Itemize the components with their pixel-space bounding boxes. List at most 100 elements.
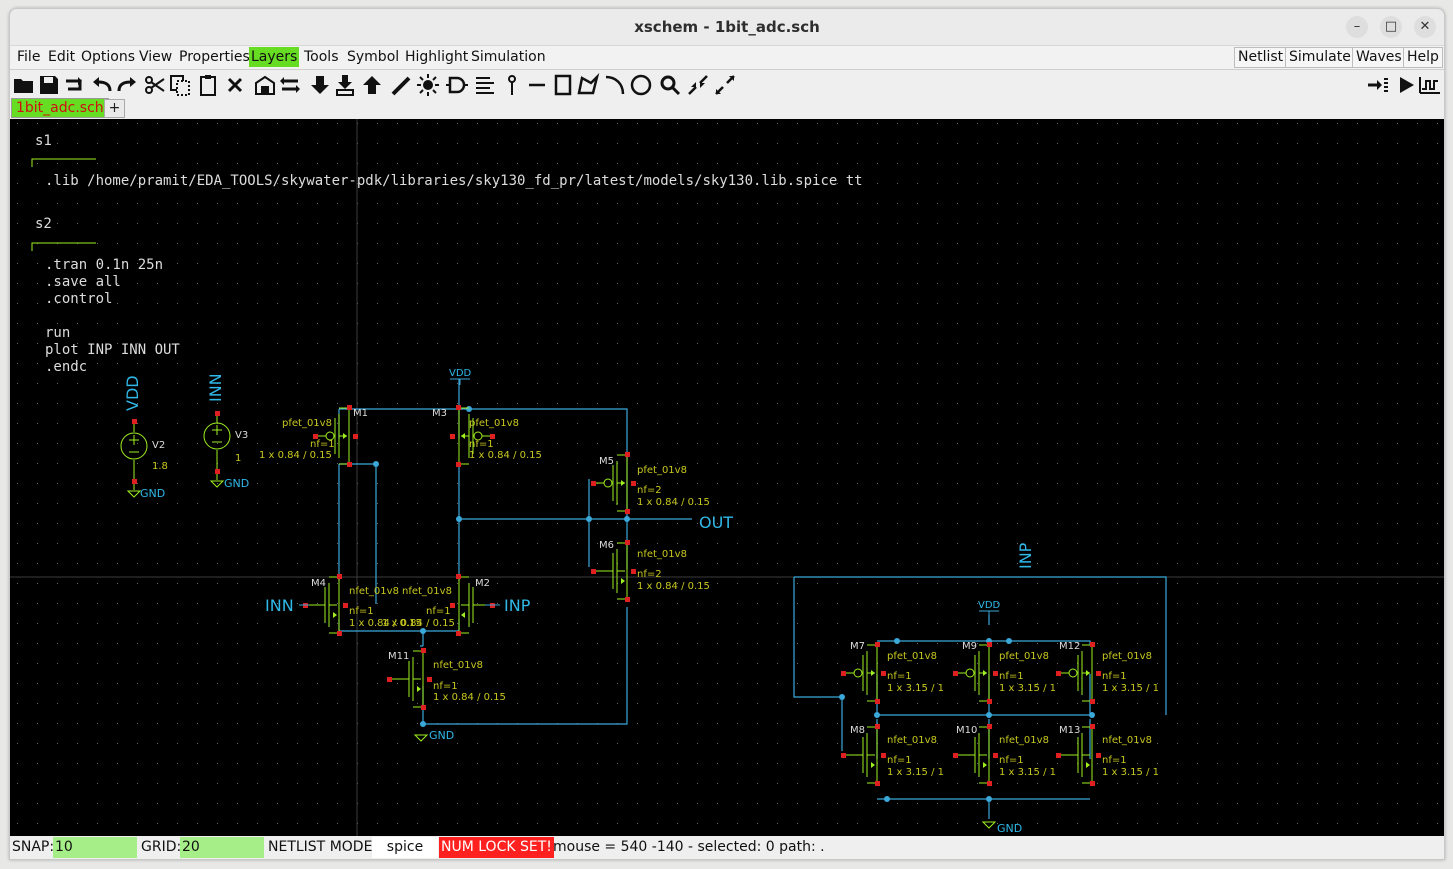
zoom-in-icon[interactable] <box>686 73 710 97</box>
play-icon[interactable] <box>1394 73 1418 97</box>
device-ref: M8 <box>850 725 865 736</box>
toolbar <box>10 71 1444 99</box>
snap-field[interactable]: 10 <box>53 837 137 858</box>
device-nf: nf=1 <box>349 606 374 617</box>
copy-icon[interactable] <box>168 73 192 97</box>
menu-file[interactable]: File <box>17 49 40 65</box>
reload-icon[interactable] <box>62 73 86 97</box>
add-tab-button[interactable]: + <box>104 99 125 118</box>
device-nf: nf=2 <box>637 485 662 496</box>
device-nf: nf=1 <box>887 671 912 682</box>
delete-icon[interactable] <box>223 73 247 97</box>
menu-symbol[interactable]: Symbol <box>347 49 399 65</box>
undo-icon[interactable] <box>90 73 114 97</box>
numlock-badge: NUM LOCK SET! <box>439 837 554 858</box>
title-bar: xschem - 1bit_adc.sch – □ ✕ <box>10 9 1444 46</box>
pin-icon[interactable] <box>500 73 524 97</box>
mouse-status: mouse = 540 -140 - selected: 0 path: . <box>553 839 825 855</box>
wire-icon[interactable] <box>390 73 414 97</box>
code-line: plot INP INN OUT <box>45 342 180 358</box>
snap-label: SNAP: <box>12 839 55 855</box>
source-ref: V3 <box>235 430 248 441</box>
netlist-mode-select[interactable]: spice <box>372 837 438 858</box>
status-bar: SNAP: 10 GRID: 20 NETLIST MODE: spice NU… <box>10 836 1444 859</box>
gnd-label: GND <box>140 487 165 500</box>
menu-simulation[interactable]: Simulation <box>471 49 546 65</box>
device-nf: nf=1 <box>1102 755 1127 766</box>
device-ref: M2 <box>475 578 490 589</box>
netlist-button[interactable]: Netlist <box>1234 47 1288 68</box>
polygon-icon[interactable] <box>576 72 600 97</box>
menu-options[interactable]: Options <box>81 49 135 65</box>
device-ref: M4 <box>311 578 326 589</box>
grid-label: GRID: <box>141 839 182 855</box>
insert-symbol-icon[interactable] <box>253 73 277 97</box>
code-line: .tran 0.1n 25n <box>45 257 163 273</box>
open-icon[interactable] <box>12 73 36 97</box>
descend-icon[interactable] <box>333 73 357 97</box>
netlist-mode-label: NETLIST MODE: <box>268 839 378 855</box>
device-size: 1 x 0.84 / 0.15 <box>382 618 455 629</box>
circle-icon[interactable] <box>629 73 653 97</box>
device-ref: M10 <box>956 725 977 736</box>
paste-icon[interactable] <box>196 73 220 97</box>
gate-icon[interactable] <box>445 73 469 97</box>
help-button[interactable]: Help <box>1403 47 1443 68</box>
vdd-label: VDD <box>978 600 1001 611</box>
code-block-s2-name: s2 <box>35 216 52 232</box>
menu-view[interactable]: View <box>139 49 172 65</box>
device-ref: M1 <box>353 408 368 419</box>
device-model: nfet_01v8 <box>349 586 399 597</box>
source-value: 1.8 <box>152 461 168 472</box>
push-icon[interactable] <box>308 73 332 97</box>
device-ref: M5 <box>599 456 614 467</box>
device-model: nfet_01v8 <box>1102 735 1152 746</box>
save-icon[interactable] <box>37 73 61 97</box>
inp-label: INP <box>1016 542 1035 569</box>
zoom-out-icon[interactable] <box>713 73 737 97</box>
schematic-canvas[interactable]: s1 .lib /home/pramit/EDA_TOOLS/skywater-… <box>10 119 1444 837</box>
list-icon[interactable] <box>473 73 497 97</box>
menu-layers[interactable]: Layers <box>249 47 300 67</box>
window-title: xschem - 1bit_adc.sch <box>634 18 820 36</box>
device-nf: nf=1 <box>469 439 494 450</box>
out-label: OUT <box>699 513 733 532</box>
net-label-vdd: VDD <box>123 375 142 411</box>
rect-icon[interactable] <box>551 73 575 97</box>
menu-edit[interactable]: Edit <box>48 49 75 65</box>
device-model: pfet_01v8 <box>282 418 332 429</box>
swap-icon[interactable] <box>278 73 302 97</box>
simulate-button[interactable]: Simulate <box>1285 47 1355 68</box>
device-nf: nf=1 <box>310 439 335 450</box>
zoom-icon[interactable] <box>658 73 682 97</box>
close-button[interactable]: ✕ <box>1414 16 1436 38</box>
menu-properties[interactable]: Properties <box>179 49 250 65</box>
waves-icon[interactable] <box>1418 73 1442 97</box>
tab-1bit-adc[interactable]: 1bit_adc.sch <box>11 98 109 118</box>
gnd-label: GND <box>429 729 454 742</box>
maximize-button[interactable]: □ <box>1380 16 1402 38</box>
inn-label: INN <box>265 596 294 615</box>
device-size: 1 x 0.84 / 0.15 <box>433 692 506 703</box>
bulb-icon[interactable] <box>416 73 440 97</box>
grid-field[interactable]: 20 <box>180 837 264 858</box>
inp-label: INP <box>504 596 531 615</box>
menu-tools[interactable]: Tools <box>304 49 339 65</box>
device-model: nfet_01v8 <box>637 549 687 560</box>
minimize-button[interactable]: – <box>1346 16 1368 38</box>
pop-icon[interactable] <box>360 73 384 97</box>
redo-icon[interactable] <box>115 73 139 97</box>
device-nf: nf=1 <box>999 755 1024 766</box>
arc-icon[interactable] <box>603 73 627 97</box>
device-ref: M3 <box>432 408 447 419</box>
code-line: .save all <box>45 274 121 290</box>
device-size: 1 x 0.84 / 0.15 <box>259 450 332 461</box>
waves-button[interactable]: Waves <box>1352 47 1406 68</box>
device-ref: M9 <box>962 641 977 652</box>
line-icon[interactable] <box>525 73 549 97</box>
menu-highlight[interactable]: Highlight <box>405 49 468 65</box>
device-size: 1 x 0.84 / 0.15 <box>637 497 710 508</box>
netlist-arrow-icon[interactable] <box>1366 73 1390 97</box>
cut-icon[interactable] <box>143 73 167 97</box>
gnd-label: GND <box>997 822 1022 835</box>
